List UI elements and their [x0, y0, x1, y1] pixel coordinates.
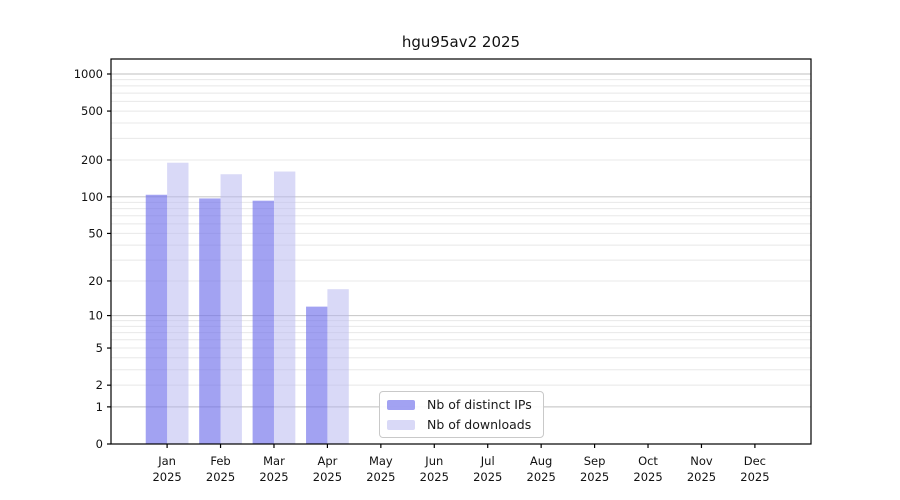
bar-series1-apr — [327, 289, 349, 444]
x-tick-label-year: 2025 — [152, 470, 181, 484]
bar-series1-mar — [273, 171, 296, 444]
legend-label-downloads: Nb of downloads — [427, 417, 532, 432]
bar-series1-feb — [220, 174, 242, 444]
x-tick-label-year: 2025 — [740, 470, 769, 484]
legend-swatch-downloads — [387, 419, 415, 430]
y-tick-label: 2 — [96, 378, 103, 392]
x-tick-label-month: Apr — [317, 454, 337, 468]
bar-series0-apr — [306, 306, 328, 444]
y-tick-label: 5 — [96, 341, 103, 355]
x-tick-label-month: Jun — [424, 454, 443, 468]
x-tick-label-month: Dec — [744, 454, 766, 468]
legend-item-distinct-ips: Nb of distinct IPs — [387, 397, 535, 412]
bar-series0-mar — [252, 200, 274, 444]
y-tick-label: 100 — [81, 190, 103, 204]
y-tick-label: 500 — [81, 104, 103, 118]
x-tick-label-month: May — [369, 454, 393, 468]
x-tick-label-year: 2025 — [633, 470, 662, 484]
y-tick-label: 200 — [81, 153, 103, 167]
x-tick-label-year: 2025 — [687, 470, 716, 484]
y-tick-label: 1 — [96, 400, 103, 414]
legend: Nb of distinct IPs Nb of downloads — [379, 391, 544, 438]
x-tick-label-month: Oct — [638, 454, 658, 468]
figure: hgu95av2 2025 0 1 2 5 10 20 50 100 200 500 1000 Jan… — [0, 0, 900, 500]
x-tick-label-year: 2025 — [366, 470, 395, 484]
y-tick-label: 0 — [96, 437, 103, 451]
legend-swatch-distinct-ips — [387, 399, 415, 410]
x-tick-label-year: 2025 — [473, 470, 502, 484]
legend-label-distinct-ips: Nb of distinct IPs — [427, 397, 532, 412]
y-tick-label: 20 — [88, 274, 103, 288]
x-tick-label-month: Mar — [263, 454, 285, 468]
legend-item-downloads: Nb of downloads — [387, 417, 535, 432]
x-tick-label-year: 2025 — [313, 470, 342, 484]
x-tick-label-month: Jul — [480, 454, 495, 468]
bar-series0-feb — [199, 198, 221, 444]
x-tick-label-year: 2025 — [420, 470, 449, 484]
y-tick-label: 10 — [88, 309, 103, 323]
y-tick-label: 50 — [88, 226, 103, 240]
x-tick-label-month: Jan — [157, 454, 176, 468]
x-tick-label-year: 2025 — [259, 470, 288, 484]
bar-series0-jan — [145, 194, 168, 444]
x-tick-label-year: 2025 — [580, 470, 609, 484]
y-tick-label: 1000 — [74, 67, 103, 81]
x-tick-label-year: 2025 — [527, 470, 556, 484]
x-tick-label-month: Nov — [690, 454, 713, 468]
x-tick-label-year: 2025 — [206, 470, 235, 484]
x-tick-label-month: Feb — [210, 454, 230, 468]
bar-series1-jan — [167, 162, 189, 444]
x-tick-label-month: Sep — [584, 454, 606, 468]
x-tick-label-month: Aug — [530, 454, 552, 468]
